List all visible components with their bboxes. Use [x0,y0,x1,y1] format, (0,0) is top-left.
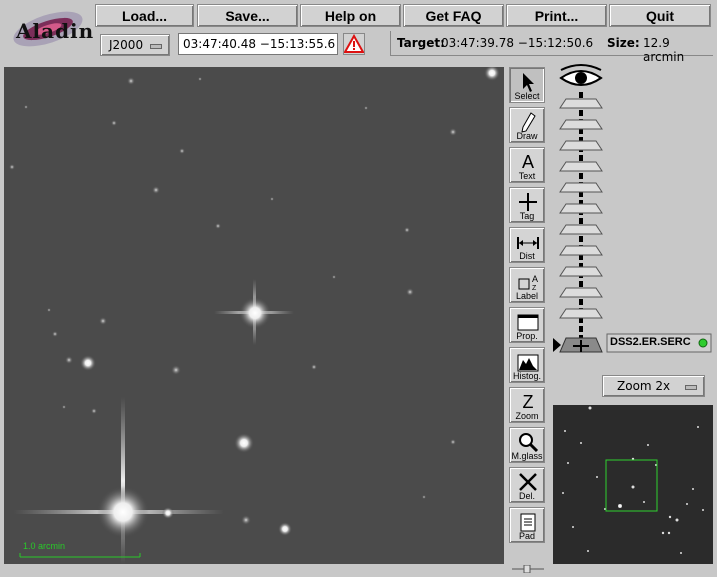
zoom-tool[interactable]: Z Zoom [509,387,545,423]
target-label: Target: [397,36,445,50]
help-button[interactable]: Help on [300,4,401,27]
image-viewer[interactable]: 1.0 arcmin [4,67,504,564]
tag-tool[interactable]: Tag [509,187,545,223]
distance-tool[interactable]: Dist [509,227,545,263]
text-icon: A [522,152,534,172]
properties-icon [517,314,539,331]
magnifier-tool[interactable]: M.glass [509,427,545,463]
warning-button[interactable] [343,33,365,55]
logo-text: Aladin [16,19,95,43]
print-button[interactable]: Print... [506,4,607,27]
stack-graphic [553,64,712,353]
eye-icon [559,64,603,86]
label-tool[interactable]: AZ Label [509,267,545,303]
zoom-value: Zoom 2x [617,379,671,393]
tool-label: Pad [518,531,535,541]
size-value: 12.9 arcmin [643,36,685,64]
plus-icon [519,193,537,211]
pad-tool[interactable]: Pad [509,507,545,543]
properties-tool[interactable]: Prop. [509,307,545,343]
plane-name: DSS2.ER.SERC [610,336,691,348]
tool-label: Del. [518,491,535,501]
dropdown-icon [150,44,162,49]
histogram-tool[interactable]: Histog. [509,347,545,383]
histogram-icon [517,354,539,372]
faq-button[interactable]: Get FAQ [403,4,504,27]
text-tool[interactable]: A Text [509,147,545,183]
draw-tool[interactable]: Draw [509,107,545,143]
frame-value: J2000 [109,38,144,52]
size-label: Size: [607,36,640,50]
svg-text:A: A [522,152,534,172]
warning-icon [343,33,365,53]
label-icon: AZ [518,274,538,292]
tool-label: Text [518,171,536,181]
coordinate-input[interactable]: 03:47:40.48 −15:13:55.6 [178,33,338,55]
arrow-icon [523,73,534,92]
delete-icon [519,473,537,491]
slider-track [512,564,544,574]
thumbnail-image [553,405,713,564]
tool-slider[interactable] [510,558,546,574]
quit-button[interactable]: Quit [609,4,711,27]
zoom-icon: Z [523,392,534,412]
load-button[interactable]: Load... [95,4,194,27]
tool-label: Label [515,291,539,301]
tool-label: Dist [519,251,535,261]
tool-label: Select [514,91,540,101]
tool-label: Tag [519,211,535,221]
select-tool[interactable]: Select [509,67,545,103]
svg-text:Z: Z [523,392,534,412]
delete-tool[interactable]: Del. [509,467,545,503]
tool-label: Draw [516,131,538,141]
pad-icon [520,513,536,532]
scale-label: 1.0 arcmin [23,541,66,551]
overview-thumbnail[interactable] [553,405,713,564]
sky-image [4,67,504,564]
distance-icon [517,237,539,249]
dropdown-icon [685,385,697,390]
svg-text:A: A [532,274,538,284]
target-panel: Target: 03:47:39.78 −15:12:50.6 Size: 12… [390,31,713,64]
save-button[interactable]: Save... [197,4,298,27]
target-value: 03:47:39.78 −15:12:50.6 [441,36,594,50]
tool-label: Histog. [512,371,541,381]
tool-label: Prop. [516,331,538,341]
aladin-logo: Aladin [8,5,93,53]
plane-stack[interactable]: DSS2.ER.SERC [553,62,713,358]
tool-label: Zoom [515,411,539,421]
tool-label: M.glass [511,451,543,461]
magnifier-icon [519,433,539,453]
frame-select[interactable]: J2000 [100,34,170,56]
zoom-select[interactable]: Zoom 2x [602,375,705,397]
pencil-icon [521,112,536,133]
